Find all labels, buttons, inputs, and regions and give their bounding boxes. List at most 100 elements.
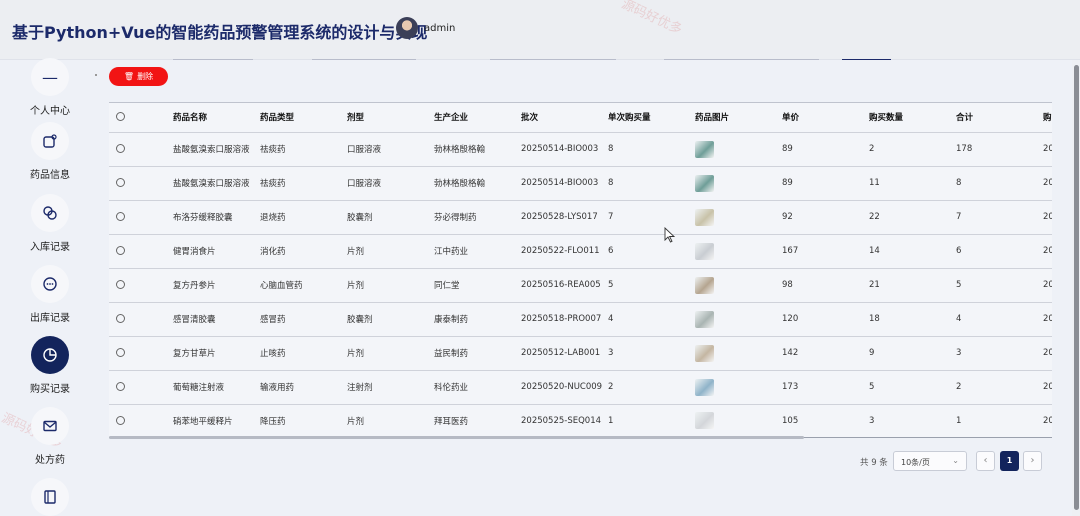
cell-qty: 22 xyxy=(869,200,956,235)
column-header[interactable]: 药品类型 xyxy=(260,103,347,133)
cell-name: 健胃消食片 xyxy=(173,234,260,269)
cell-total: 8 xyxy=(956,166,1043,201)
pie-chart-icon xyxy=(31,336,69,374)
sidebar-item-outbound[interactable]: 出库记录 xyxy=(0,265,100,324)
drug-thumbnail[interactable] xyxy=(695,242,714,260)
row-select-radio[interactable] xyxy=(109,166,173,201)
column-header[interactable]: 购 xyxy=(1043,103,1052,133)
row-select-radio[interactable] xyxy=(109,234,173,269)
table-row[interactable]: 健胃消食片消化药片剂江中药业20250522-FLO011616714620 xyxy=(109,234,1052,269)
drug-thumbnail[interactable] xyxy=(695,276,714,294)
cell-maker: 江中药业 xyxy=(434,234,521,269)
cell-name: 硝苯地平缓释片 xyxy=(173,404,260,438)
table-row[interactable]: 感冒清胶囊感冒药胶囊剂康泰制药20250518-PRO007412018420 xyxy=(109,302,1052,337)
cell-qty: 14 xyxy=(869,234,956,269)
column-header[interactable]: 药品名称 xyxy=(173,103,260,133)
drug-thumbnail[interactable] xyxy=(695,174,714,192)
cell-batch: 20250514-BIO003 xyxy=(521,132,608,167)
column-header[interactable]: 批次 xyxy=(521,103,608,133)
cell-name: 复方丹参片 xyxy=(173,268,260,303)
cell-single: 2 xyxy=(608,370,695,405)
table-row[interactable]: 盐酸氨溴索口服溶液 祛痰药 口服溶液 勃林格殷格翰 20250514-BIO003 8 89… xyxy=(109,132,1052,167)
cell-maker: 科伦药业 xyxy=(434,370,521,405)
username[interactable]: admin xyxy=(424,23,455,34)
current-page-button[interactable]: 1 xyxy=(1000,451,1019,471)
table-row[interactable]: 葡萄糖注射液输液用药注射剂科伦药业20250520-NUC00921735220 xyxy=(109,370,1052,405)
horizontal-scrollbar[interactable] xyxy=(109,436,804,439)
row-select-radio[interactable] xyxy=(109,268,173,303)
drug-thumbnail[interactable] xyxy=(695,310,714,328)
cell-type: 输液用药 xyxy=(260,370,347,405)
cell-price: 98 xyxy=(782,268,869,303)
next-page-button[interactable]: › xyxy=(1023,451,1042,471)
cell-form: 片剂 xyxy=(347,336,434,371)
row-select-radio[interactable] xyxy=(109,200,173,235)
cell-extra: 20 xyxy=(1043,336,1052,371)
column-header[interactable]: 剂型 xyxy=(347,103,434,133)
row-select-radio[interactable] xyxy=(109,404,173,438)
column-header[interactable]: 合计 xyxy=(956,103,1043,133)
column-header[interactable]: 单次购买量 xyxy=(608,103,695,133)
drug-image-cell xyxy=(695,234,782,269)
row-select-radio[interactable] xyxy=(109,302,173,337)
row-select-radio[interactable] xyxy=(109,132,173,167)
drug-thumbnail[interactable] xyxy=(695,412,714,430)
cell-maker: 芬必得制药 xyxy=(434,200,521,235)
drug-image-cell xyxy=(695,132,782,167)
cell-price: 92 xyxy=(782,200,869,235)
drug-thumbnail[interactable] xyxy=(695,208,714,226)
cell-batch: 20250528-LYS017 xyxy=(521,200,608,235)
cell-maker: 勃林格殷格翰 xyxy=(434,166,521,201)
table-header-row: 药品名称 药品类型 剂型 生产企业 批次 单次购买量 药品图片 单价 购买数量 … xyxy=(109,103,1052,133)
sidebar-item-more[interactable] xyxy=(0,478,100,516)
sidebar-item-profile[interactable]: — 个人中心 xyxy=(0,58,100,117)
sidebar-item-inbound[interactable]: 入库记录 xyxy=(0,194,100,253)
sidebar-item-prescription[interactable]: 处方药 xyxy=(0,407,100,466)
column-header[interactable]: 生产企业 xyxy=(434,103,521,133)
chat-icon xyxy=(31,265,69,303)
page-size-select[interactable]: 10条/页 ⌄ xyxy=(893,451,967,471)
page-size-value: 10条/页 xyxy=(901,458,930,467)
drug-image-cell xyxy=(695,336,782,371)
table-row[interactable]: 复方甘草片止咳药片剂益民制药20250512-LAB00131429320 xyxy=(109,336,1052,371)
row-select-radio[interactable] xyxy=(109,336,173,371)
column-header[interactable]: 购买数量 xyxy=(869,103,956,133)
cell-name: 复方甘草片 xyxy=(173,336,260,371)
column-header[interactable]: 单价 xyxy=(782,103,869,133)
cell-extra: 20 xyxy=(1043,200,1052,235)
cell-form: 片剂 xyxy=(347,234,434,269)
drug-thumbnail[interactable] xyxy=(695,344,714,362)
cell-extra: 20 xyxy=(1043,302,1052,337)
mail-icon xyxy=(31,407,69,445)
vertical-scrollbar-thumb[interactable] xyxy=(1074,65,1079,510)
cell-batch: 20250518-PRO007 xyxy=(521,302,608,337)
cell-type: 降压药 xyxy=(260,404,347,438)
delete-button[interactable]: 🗑 删除 xyxy=(109,67,168,86)
select-all-checkbox[interactable] xyxy=(109,103,173,133)
table-row[interactable]: 盐酸氨溴索口服溶液 祛痰药 口服溶液 勃林格殷格翰 20250514-BIO003 8 89… xyxy=(109,166,1052,201)
cell-single: 3 xyxy=(608,336,695,371)
drug-image-cell xyxy=(695,268,782,303)
table-row[interactable]: 布洛芬缓释胶囊 退烧药 胶囊剂 芬必得制药 20250528-LYS017 7 92 22 7 2… xyxy=(109,200,1052,235)
cell-form: 口服溶液 xyxy=(347,132,434,167)
avatar[interactable] xyxy=(396,17,418,39)
table-row[interactable]: 硝苯地平缓释片降压药片剂拜耳医药20250525-SEQ01411053120 xyxy=(109,404,1052,438)
cell-total: 3 xyxy=(956,336,1043,371)
sidebar-item-drug-info[interactable]: 药品信息 xyxy=(0,122,100,181)
sidebar-item-label: 入库记录 xyxy=(30,242,70,253)
table-row[interactable]: 复方丹参片心脑血管药片剂同仁堂20250516-REA00559821520 xyxy=(109,268,1052,303)
column-header[interactable]: 药品图片 xyxy=(695,103,782,133)
drug-thumbnail[interactable] xyxy=(695,378,714,396)
cell-single: 4 xyxy=(608,302,695,337)
minus-icon: — xyxy=(31,58,69,96)
cell-qty: 9 xyxy=(869,336,956,371)
cell-extra: 20 xyxy=(1043,370,1052,405)
cell-type: 祛痰药 xyxy=(260,166,347,201)
cell-single: 5 xyxy=(608,268,695,303)
cell-form: 胶囊剂 xyxy=(347,302,434,337)
drug-thumbnail[interactable] xyxy=(695,140,714,158)
row-select-radio[interactable] xyxy=(109,370,173,405)
prev-page-button[interactable]: ‹ xyxy=(976,451,995,471)
sidebar-item-purchase[interactable]: 购买记录 xyxy=(0,336,100,395)
cell-name: 盐酸氨溴索口服溶液 xyxy=(173,166,260,201)
